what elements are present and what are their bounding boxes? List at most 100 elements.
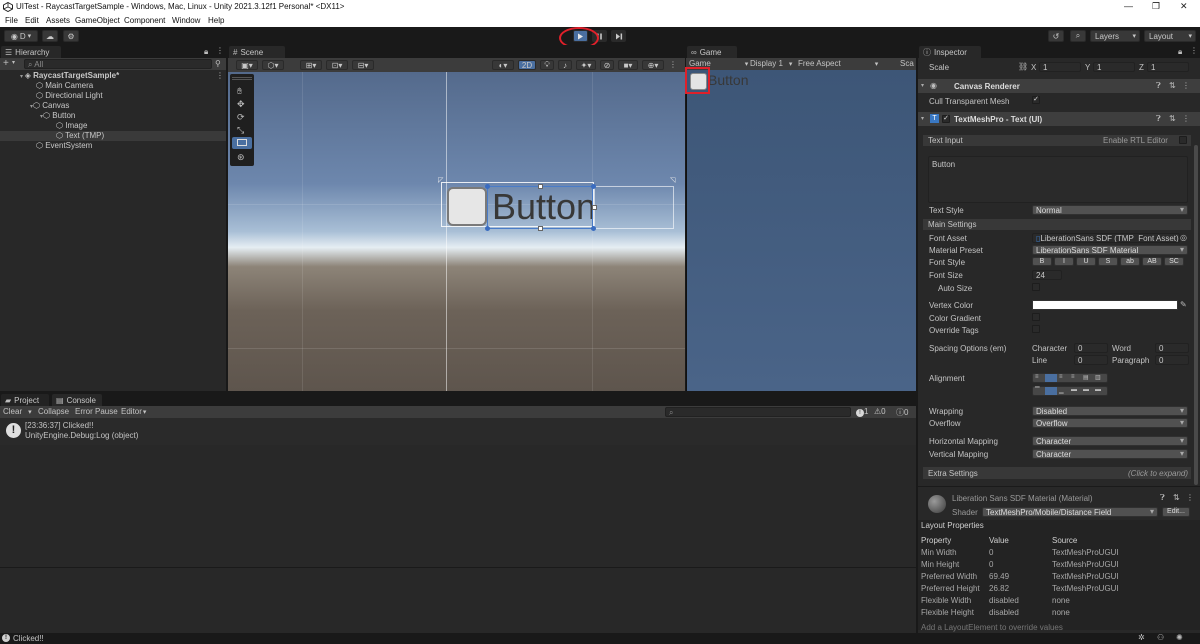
maximize-button[interactable]: ❐ bbox=[1152, 1, 1160, 12]
chevron-down-icon[interactable]: ▾ bbox=[12, 59, 15, 66]
tab-game[interactable]: ∞ Game bbox=[687, 46, 737, 58]
draw-mode-dropdown[interactable]: ▣▾ bbox=[236, 60, 258, 70]
component-enabled-checkbox[interactable]: ✓ bbox=[942, 115, 950, 123]
grid-snap-dropdown[interactable]: ⊞▾ bbox=[300, 60, 322, 70]
render-mode-dropdown[interactable]: ◐▾ bbox=[492, 60, 514, 70]
vertical-mapping-dropdown[interactable]: Character bbox=[1032, 449, 1188, 459]
lighting-toggle[interactable]: 💡︎ bbox=[540, 60, 554, 70]
game-viewport[interactable]: Button bbox=[685, 67, 916, 391]
tab-inspector[interactable]: ⓘ Inspector bbox=[919, 46, 981, 58]
font-style-smallcaps-button[interactable]: SC bbox=[1164, 257, 1184, 266]
tree-item-button[interactable]: ▾⬡ Button bbox=[40, 111, 75, 121]
preset-icon[interactable]: ⇅ bbox=[1169, 81, 1176, 90]
align-justify-icon[interactable]: ≡ bbox=[1071, 374, 1075, 380]
color-gradient-checkbox[interactable] bbox=[1032, 313, 1040, 321]
scale-z-field[interactable]: 1 bbox=[1147, 62, 1189, 72]
align-flush-icon[interactable]: ▤ bbox=[1083, 374, 1089, 381]
display-dropdown[interactable]: Display 1 ▾ bbox=[750, 59, 792, 68]
canvas-renderer-header[interactable]: ▾ ◉ Canvas Renderer ❓︎ ⇅ ⋮ bbox=[918, 79, 1200, 93]
minimize-button[interactable]: — bbox=[1124, 1, 1133, 11]
shader-dropdown[interactable]: TextMeshPro/Mobile/Distance Field bbox=[982, 507, 1158, 517]
bug-icon[interactable]: ✲ bbox=[1138, 633, 1145, 642]
kebab-menu-icon[interactable]: ⋮ bbox=[1190, 46, 1198, 55]
info-count-toggle[interactable]: ⓘ0 bbox=[896, 407, 908, 418]
help-icon[interactable]: ❓︎ bbox=[1160, 493, 1165, 503]
horizontal-mapping-dropdown[interactable]: Character bbox=[1032, 436, 1188, 446]
object-picker-icon[interactable]: ◎ bbox=[1180, 233, 1187, 242]
error-pause-toggle[interactable]: Error Pause bbox=[75, 407, 118, 416]
font-size-field[interactable]: 24 bbox=[1032, 270, 1062, 280]
menu-help[interactable]: Help bbox=[208, 16, 224, 25]
preset-icon[interactable]: ⇅ bbox=[1169, 114, 1176, 123]
edit-shader-button[interactable]: Edit... bbox=[1162, 507, 1190, 517]
material-preset-dropdown[interactable]: LiberationSans SDF Material bbox=[1032, 245, 1188, 255]
line-spacing-field[interactable]: 0 bbox=[1074, 355, 1108, 365]
scale-y-field[interactable]: 1 bbox=[1093, 62, 1135, 72]
align-top-icon[interactable]: ▔ bbox=[1035, 387, 1040, 394]
help-icon[interactable]: ❓︎ bbox=[1156, 114, 1161, 124]
align-right-icon[interactable]: ≡ bbox=[1059, 374, 1063, 380]
text-style-dropdown[interactable]: Normal bbox=[1032, 205, 1188, 215]
align-midline-icon[interactable]: ▬ bbox=[1083, 387, 1089, 393]
toggle-2d-button[interactable]: 2D bbox=[518, 60, 536, 70]
scene-viewport[interactable]: ✋︎ ✥ ⟳ ⤡ ⊛ Button ◸ ◹ bbox=[228, 72, 685, 391]
tree-item-image[interactable]: ⬡ Image bbox=[56, 121, 87, 131]
network-icon[interactable]: ⚇ bbox=[1157, 633, 1164, 642]
tab-project[interactable]: ▰ Project bbox=[1, 394, 49, 406]
font-style-italic-button[interactable]: I bbox=[1054, 257, 1074, 266]
lock-icon[interactable]: 🔒︎ bbox=[204, 47, 208, 57]
aspect-dropdown[interactable]: Free Aspect ▾ bbox=[798, 59, 878, 68]
layout-properties-title[interactable]: Layout Properties bbox=[921, 521, 984, 530]
rect-handle[interactable] bbox=[485, 226, 490, 231]
close-button[interactable]: ✕ bbox=[1180, 1, 1188, 12]
menu-component[interactable]: Component bbox=[124, 16, 165, 25]
layout-dropdown[interactable]: Layout ▾ bbox=[1144, 30, 1196, 42]
wrapping-dropdown[interactable]: Disabled bbox=[1032, 406, 1188, 416]
menu-gameobject[interactable]: GameObject bbox=[75, 16, 120, 25]
character-spacing-field[interactable]: 0 bbox=[1074, 343, 1108, 353]
tab-scene[interactable]: # Scene bbox=[229, 46, 285, 58]
tree-item-canvas[interactable]: ▾⬡ Canvas bbox=[30, 101, 69, 111]
collapse-toggle[interactable]: Collapse bbox=[38, 407, 69, 416]
filter-icon[interactable]: ⚲ bbox=[215, 59, 221, 68]
tree-item-scene[interactable]: ▾ ◈ RaycastTargetSample* bbox=[20, 71, 119, 81]
menu-edit[interactable]: Edit bbox=[25, 16, 39, 25]
help-icon[interactable]: ❓︎ bbox=[1156, 81, 1161, 91]
inspector-scrollbar-thumb[interactable] bbox=[1194, 145, 1198, 485]
auto-size-checkbox[interactable] bbox=[1032, 283, 1040, 291]
hierarchy-search-input[interactable]: ⌕ All bbox=[24, 59, 212, 69]
kebab-menu-icon[interactable]: ⋮ bbox=[1182, 81, 1190, 90]
font-asset-field[interactable]: ▯LiberationSans SDF (TMP_Font Asset) bbox=[1032, 233, 1180, 243]
undo-history-button[interactable]: ↺ bbox=[1048, 30, 1064, 42]
search-button[interactable]: ⌕ bbox=[1070, 30, 1086, 42]
main-settings-header[interactable]: Main Settings bbox=[923, 219, 1191, 230]
console-search-input[interactable]: ⌕ bbox=[665, 407, 851, 417]
font-style-upper-button[interactable]: AB bbox=[1142, 257, 1162, 266]
eyedropper-icon[interactable]: ✎ bbox=[1180, 300, 1187, 309]
camera-dropdown[interactable]: ■▾ bbox=[618, 60, 638, 70]
align-middle-button[interactable] bbox=[1045, 387, 1057, 395]
preset-icon[interactable]: ⇅ bbox=[1173, 493, 1180, 502]
step-button[interactable] bbox=[611, 30, 626, 42]
enable-rtl-checkbox[interactable] bbox=[1179, 136, 1187, 144]
rect-handle[interactable] bbox=[591, 226, 596, 231]
rect-handle[interactable] bbox=[538, 226, 543, 231]
align-center-button[interactable] bbox=[1045, 374, 1057, 382]
hand-tool-icon[interactable]: ✋︎ bbox=[237, 86, 242, 97]
menu-file[interactable]: File bbox=[5, 16, 18, 25]
error-count-toggle[interactable]: ! 1 bbox=[856, 407, 868, 417]
kebab-menu-icon[interactable]: ⋮ bbox=[216, 71, 224, 80]
tree-item-eventsystem[interactable]: ⬡ EventSystem bbox=[36, 141, 92, 151]
tab-console[interactable]: ▤ Console bbox=[52, 394, 102, 406]
tmp-component-header[interactable]: ▾ T ✓ TextMeshPro - Text (UI) ❓︎ ⇅ ⋮ bbox=[918, 112, 1200, 126]
clear-button[interactable]: Clear ▾ bbox=[3, 407, 32, 416]
font-style-strike-button[interactable]: S bbox=[1098, 257, 1118, 266]
effects-dropdown[interactable]: ✦▾ bbox=[576, 60, 596, 70]
add-icon[interactable]: + bbox=[3, 58, 9, 69]
ruler-dropdown[interactable]: ⊟▾ bbox=[352, 60, 374, 70]
drag-handle[interactable] bbox=[232, 77, 252, 80]
align-bottom-icon[interactable]: ▁ bbox=[1059, 387, 1064, 394]
kebab-menu-icon[interactable]: ⋮ bbox=[1186, 493, 1194, 502]
menu-window[interactable]: Window bbox=[172, 16, 200, 25]
log-entry[interactable]: ! [23:36:37] Clicked!! UnityEngine.Debug… bbox=[0, 418, 916, 445]
